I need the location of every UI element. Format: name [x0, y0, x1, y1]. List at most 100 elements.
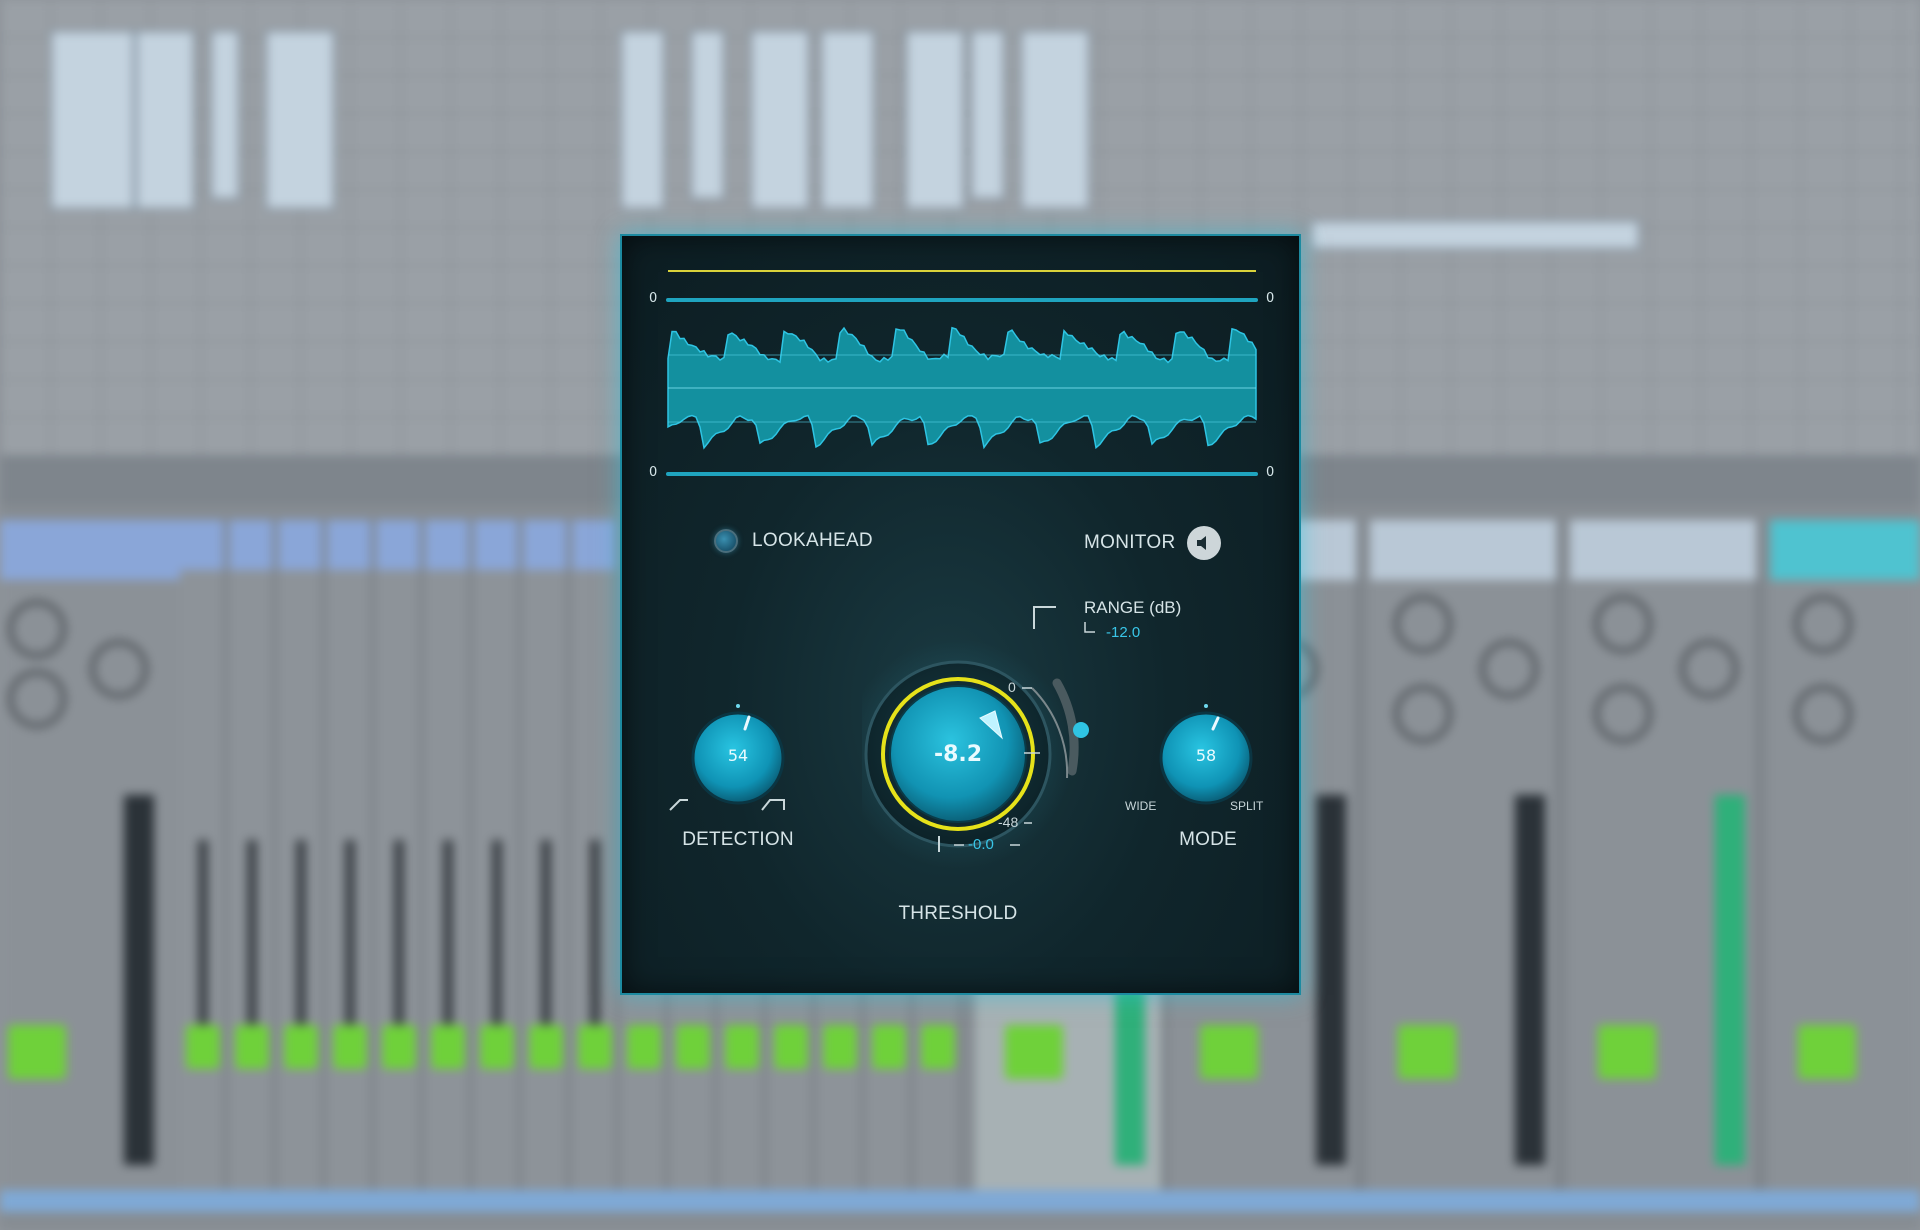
lookahead-led-icon[interactable] — [714, 529, 738, 553]
strip-name — [425, 520, 469, 570]
strip-name — [376, 520, 420, 570]
range-title: RANGE (dB) — [1084, 598, 1182, 617]
clip — [135, 30, 195, 210]
track-number — [1398, 1025, 1456, 1079]
knob — [1594, 685, 1652, 743]
strip-name — [327, 520, 371, 570]
meter — [124, 795, 154, 1165]
mixer-strip — [180, 520, 226, 1210]
scale-label: 0 — [649, 465, 658, 480]
meter — [1316, 795, 1346, 1165]
knob — [1394, 595, 1452, 653]
track-number — [725, 1025, 759, 1069]
lookahead-label: LOOKAHEAD — [752, 530, 873, 551]
meter — [1515, 795, 1545, 1165]
track-number — [1200, 1025, 1258, 1079]
knob — [1794, 685, 1852, 743]
mixer-strip — [376, 520, 422, 1210]
track-number — [774, 1025, 808, 1069]
gate-plugin-window: 0 0 0 0 LOOKAHEAD MONITOR RANGE (dB) -12… — [620, 234, 1301, 995]
fader — [590, 840, 600, 1040]
range-corner-icon — [1084, 622, 1095, 633]
clip — [750, 30, 810, 210]
track-number — [382, 1025, 416, 1069]
clip — [620, 30, 665, 210]
knob — [1680, 640, 1738, 698]
strip-name — [523, 520, 567, 570]
fader — [541, 840, 551, 1040]
mixer-strip — [1370, 520, 1560, 1210]
track-number — [480, 1025, 514, 1069]
scale-label: 0 — [1266, 465, 1275, 480]
fader — [443, 840, 453, 1040]
scale-label: 0 — [1266, 291, 1275, 306]
track-number — [186, 1025, 220, 1069]
fader — [247, 840, 257, 1040]
strip-name — [180, 520, 224, 570]
detection-value: 54 — [727, 746, 749, 765]
track-number — [8, 1025, 66, 1079]
waveform-graph — [666, 270, 1258, 476]
clip — [210, 30, 240, 200]
knob — [1594, 595, 1652, 653]
mode-value: 58 — [1195, 746, 1217, 765]
track-number — [823, 1025, 857, 1069]
track-number — [872, 1025, 906, 1069]
mode-split-label: SPLIT — [1230, 799, 1264, 813]
track-number — [431, 1025, 465, 1069]
mixer-strip — [1570, 520, 1760, 1210]
fader — [394, 840, 404, 1040]
mixer-strip — [572, 520, 618, 1210]
clip — [905, 30, 965, 210]
mixer-strip — [278, 520, 324, 1210]
strip-name — [229, 520, 273, 570]
threshold-knob[interactable]: -8.2 0 -48 -0.0 — [862, 636, 1122, 896]
mixer-strip — [425, 520, 471, 1210]
track-number — [921, 1025, 955, 1069]
knob — [1394, 685, 1452, 743]
track-number — [529, 1025, 563, 1069]
knob — [1794, 595, 1852, 653]
track-number — [235, 1025, 269, 1069]
monitor-label: MONITOR — [1084, 532, 1176, 553]
threshold-value: -8.2 — [933, 742, 983, 767]
scale-label: 0 — [649, 291, 658, 306]
clip — [1020, 30, 1090, 210]
mode-wide-label: WIDE — [1125, 799, 1157, 813]
threshold-offset: -0.0 — [968, 836, 994, 853]
strip-name — [1370, 520, 1557, 580]
fader — [345, 840, 355, 1040]
mixer-strip — [229, 520, 275, 1210]
monitor-button[interactable]: MONITOR — [1084, 526, 1222, 560]
clip — [50, 30, 135, 210]
track-number — [333, 1025, 367, 1069]
knob — [90, 640, 148, 698]
clip — [1310, 220, 1640, 250]
fader — [296, 840, 306, 1040]
clip — [690, 30, 725, 200]
knob — [8, 670, 66, 728]
meter — [1715, 795, 1745, 1165]
track-number — [1005, 1025, 1063, 1079]
threshold-scale-top: 0 — [1008, 679, 1016, 695]
mixer-strip — [0, 520, 190, 1210]
fast-attack-icon — [761, 799, 785, 811]
speaker-icon[interactable] — [1187, 526, 1222, 560]
track-number — [627, 1025, 661, 1069]
track-number — [578, 1025, 612, 1069]
lookahead-toggle[interactable]: LOOKAHEAD — [714, 529, 873, 553]
knob — [1480, 640, 1538, 698]
clip — [970, 30, 1005, 200]
mixer-strip — [474, 520, 520, 1210]
threshold-label: THRESHOLD — [898, 903, 1018, 924]
mixer-strip — [327, 520, 373, 1210]
clip — [265, 30, 335, 210]
strip-name — [278, 520, 322, 570]
fader — [492, 840, 502, 1040]
mixer-footer — [0, 1190, 1920, 1212]
mode-knob[interactable]: 58 — [1146, 696, 1266, 816]
track-number — [284, 1025, 318, 1069]
threshold-scale-bottom: -48 — [998, 814, 1019, 830]
strip-name — [1770, 520, 1920, 580]
mixer-strip — [1770, 520, 1920, 1210]
